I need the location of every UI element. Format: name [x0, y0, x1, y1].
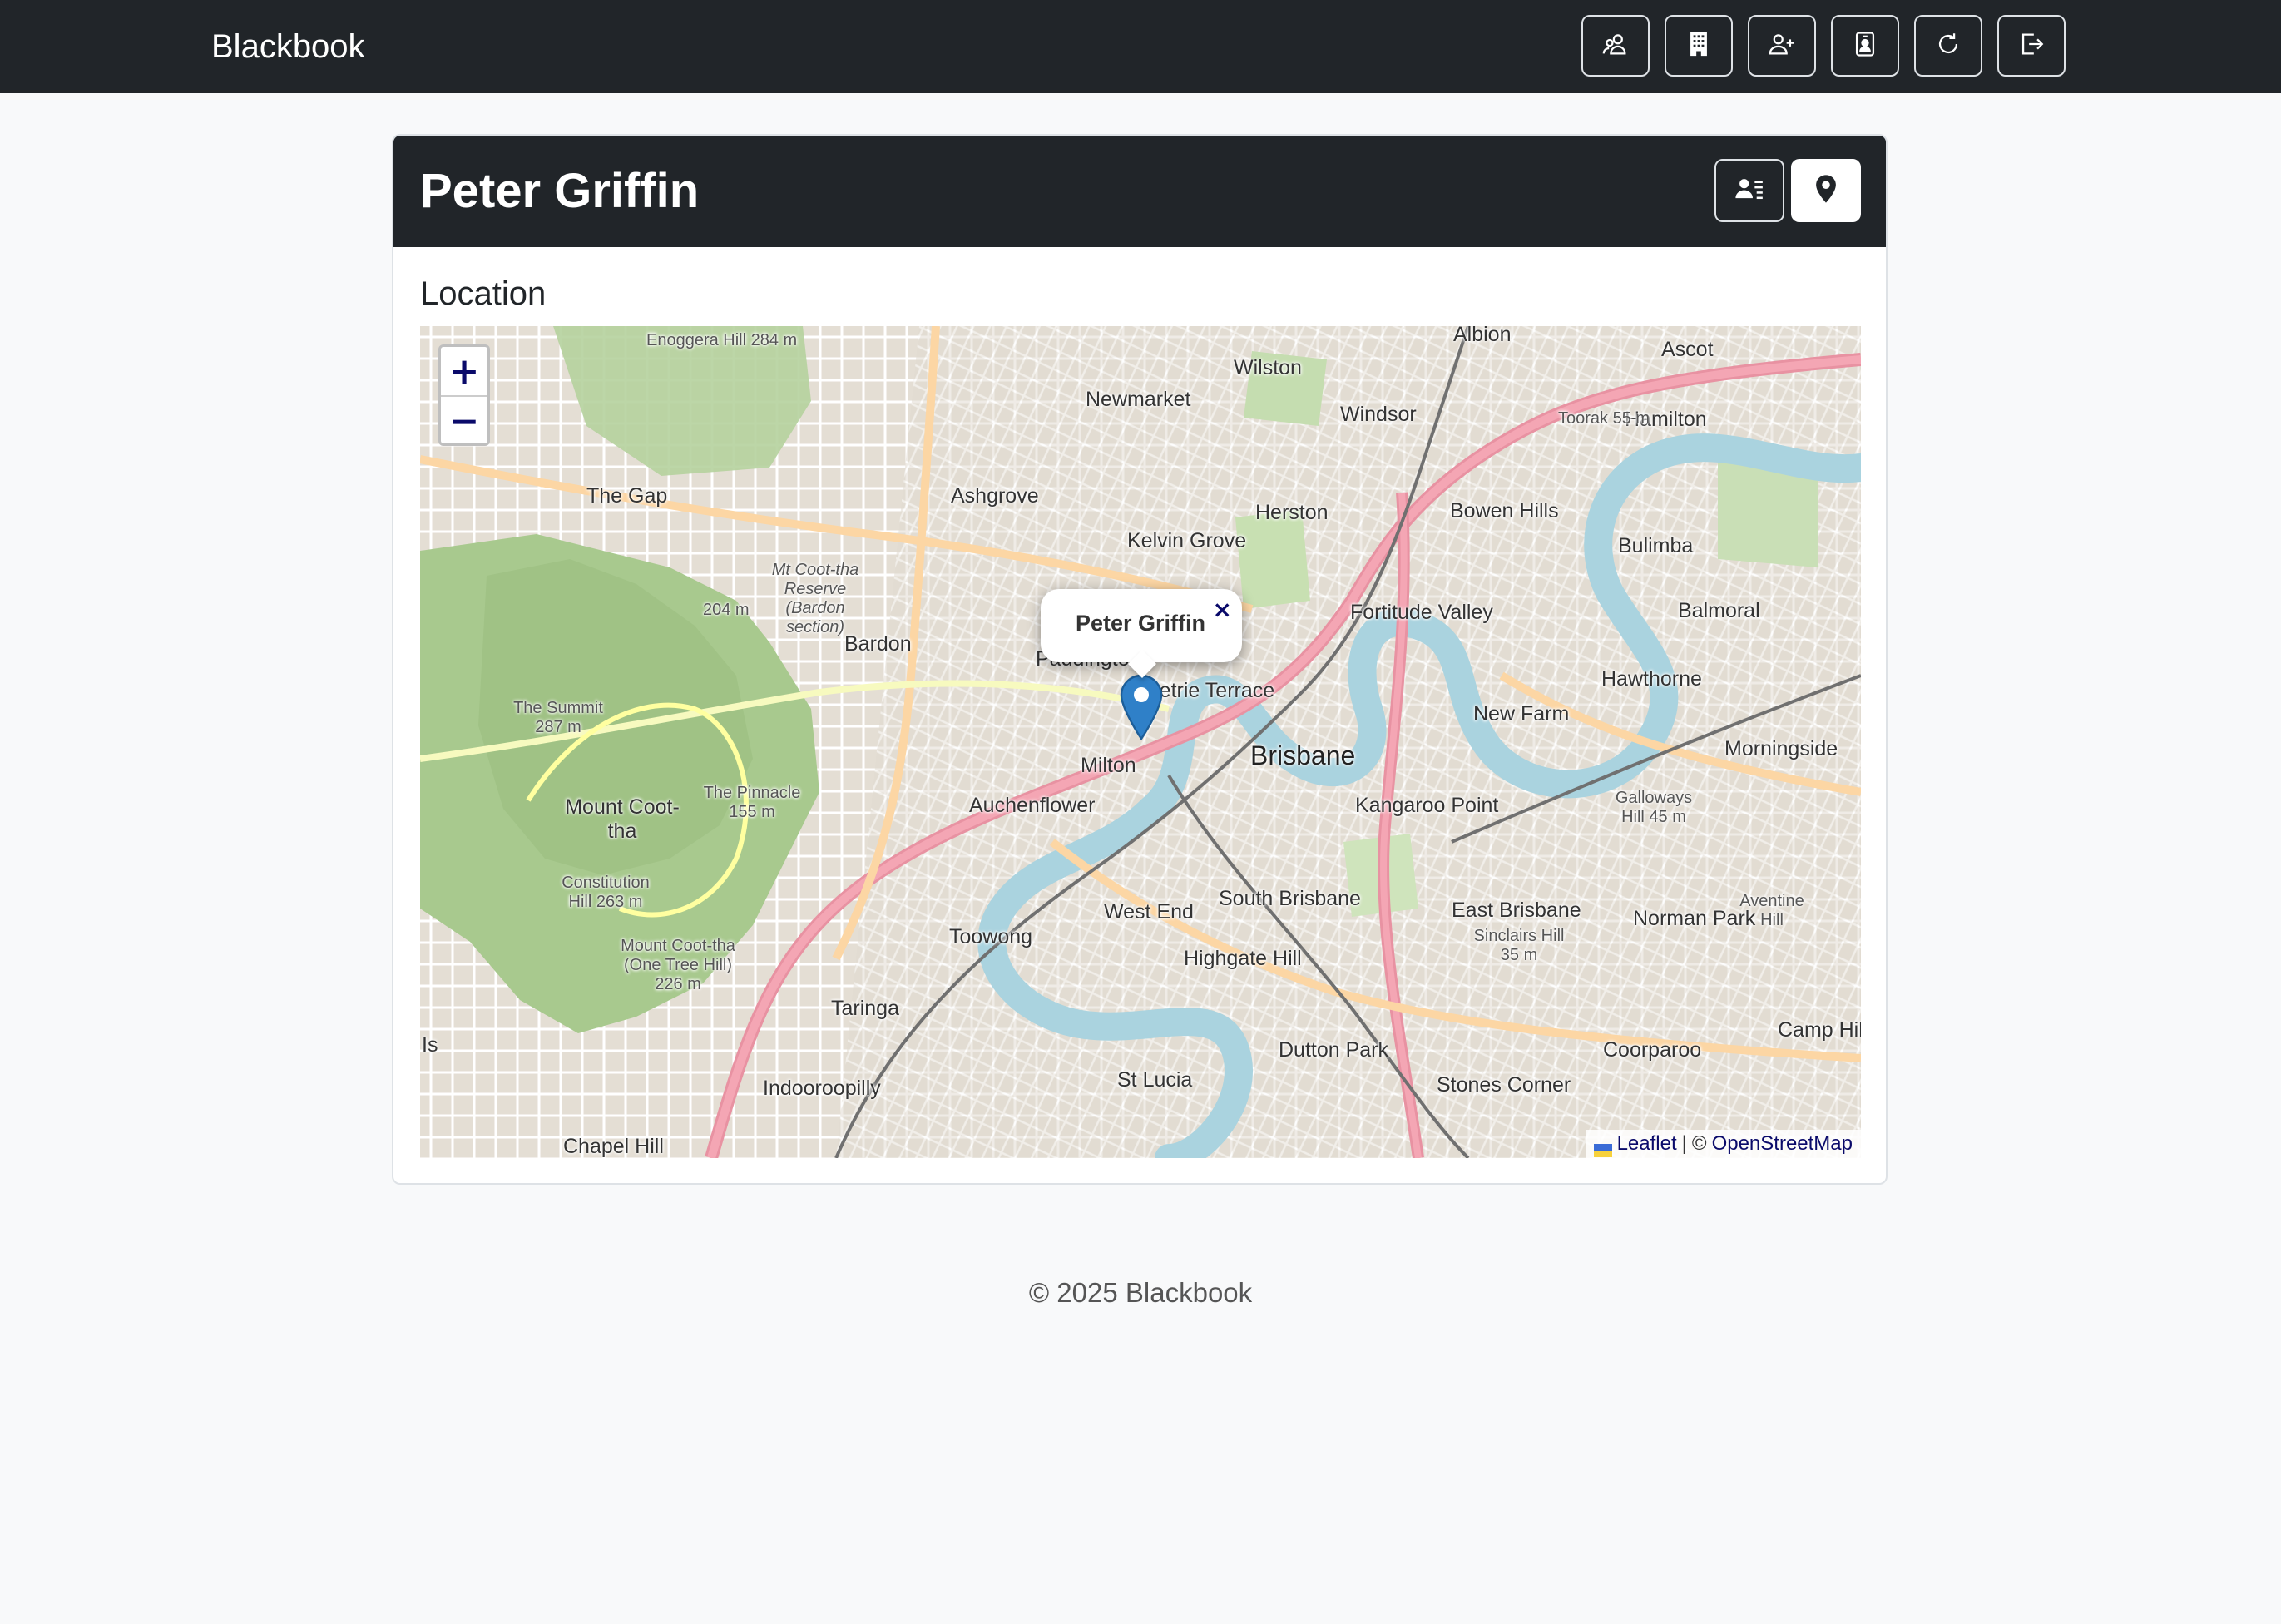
location-tab-button[interactable] [1791, 159, 1861, 222]
person-badge-icon [1851, 30, 1879, 62]
map-tiles[interactable] [420, 326, 1861, 1158]
marker-popup: Peter Griffin × [1041, 589, 1242, 678]
zoom-out-button[interactable]: − [441, 397, 487, 443]
openstreetmap-link[interactable]: OpenStreetMap [1712, 1130, 1853, 1158]
location-pin-icon [1810, 173, 1842, 209]
brand-title[interactable]: Blackbook [211, 25, 365, 68]
card-header: Peter Griffin [393, 136, 1886, 247]
companies-button[interactable] [1665, 15, 1733, 77]
badge-button[interactable] [1831, 15, 1899, 77]
contacts-button[interactable] [1581, 15, 1650, 77]
zoom-control: + − [438, 344, 490, 446]
map-attribution: Leaflet | © OpenStreetMap [1585, 1130, 1861, 1158]
refresh-icon [1934, 30, 1962, 62]
building-icon [1685, 30, 1713, 62]
copyright-symbol: © [1691, 1132, 1707, 1155]
ukraine-flag-icon [1593, 1137, 1612, 1157]
people-icon [1601, 30, 1630, 62]
add-contact-button[interactable] [1748, 15, 1816, 77]
attribution-separator: | [1681, 1132, 1687, 1155]
location-map[interactable]: Enoggera Hill 284 m Newmarket Wilston Al… [420, 326, 1861, 1158]
refresh-button[interactable] [1914, 15, 1982, 77]
navbar: Blackbook [0, 0, 2281, 93]
contact-card: Peter Griffin Location Enoggera Hill 284… [392, 134, 1888, 1185]
map-marker[interactable] [1120, 674, 1163, 741]
person-add-icon [1768, 30, 1796, 62]
contact-name: Peter Griffin [420, 164, 700, 218]
zoom-in-button[interactable]: + [441, 347, 487, 397]
logout-icon [2017, 30, 2046, 62]
leaflet-link[interactable]: Leaflet [1617, 1130, 1677, 1158]
logout-button[interactable] [1997, 15, 2066, 77]
details-tab-button[interactable] [1714, 159, 1784, 222]
footer-copyright: © 2025 Blackbook [1028, 1277, 1253, 1308]
popup-close-button[interactable]: × [1213, 596, 1232, 623]
location-heading: Location [420, 275, 547, 312]
person-lines-icon [1734, 173, 1765, 209]
popup-label: Peter Griffin [1076, 611, 1206, 636]
map-pin-icon [1120, 674, 1163, 741]
